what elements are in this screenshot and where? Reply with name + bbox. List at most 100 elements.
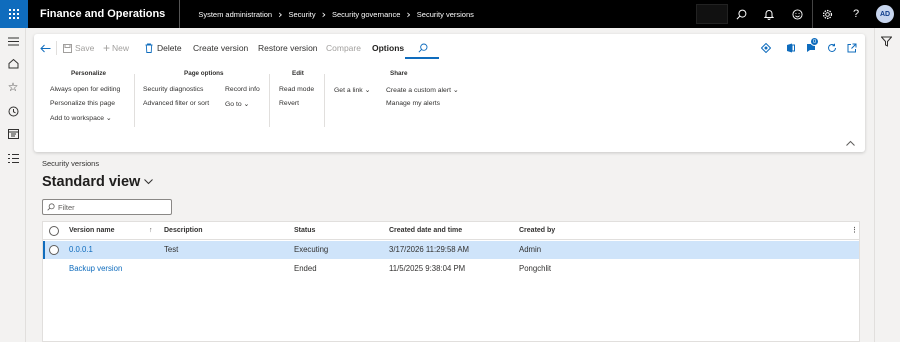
compare-button[interactable]: Compare [326,40,361,56]
tab-options-underline [405,57,439,59]
chevron-right-icon: › [321,7,326,21]
group-divider [134,74,135,127]
version-name-link[interactable]: 0.0.0.1 [69,241,93,259]
created-cell: 11/5/2025 9:38:04 PM [389,264,466,273]
group-header: Share [390,70,408,77]
security-diagnostics-button[interactable]: Security diagnostics [143,86,203,93]
sort-ascending-icon[interactable]: ↑ [149,222,153,240]
power-apps-icon[interactable] [761,40,771,56]
star-icon[interactable]: ☆ [6,80,20,94]
plus-icon: + [103,41,111,55]
created-cell: 3/17/2026 11:29:58 AM [389,245,470,254]
breadcrumb: System administration › Security › Secur… [180,8,474,21]
bell-icon[interactable] [760,5,778,23]
created-by-cell: Pongchlit [519,264,552,273]
column-header-description[interactable]: Description [164,222,203,240]
help-icon[interactable]: ? [847,5,865,23]
action-pane: Save + New Delete Create version Restore… [34,34,865,152]
new-button[interactable]: + New [103,40,129,56]
record-info-button[interactable]: Record info [225,86,260,93]
group-header: Edit [292,70,304,77]
workspaces-icon[interactable] [6,127,20,141]
column-header-version-name[interactable]: Version name [69,222,115,240]
tab-options[interactable]: Options [372,40,404,56]
created-by-cell: Admin [519,245,542,254]
save-button[interactable]: Save [63,40,94,56]
app-name[interactable]: Finance and Operations [28,0,181,28]
column-header-created[interactable]: Created date and time [389,222,462,240]
status-cell: Ended [294,264,317,273]
page-caption: Security versions [42,159,100,168]
breadcrumb-item[interactable]: System administration [198,10,272,19]
group-divider [269,74,270,127]
left-navigation: ☆ [0,28,26,342]
grid-header: Version name ↑ Description Status Create… [43,222,859,240]
app-launcher-icon[interactable] [0,0,28,28]
search-icon[interactable] [732,5,750,23]
table-row[interactable]: Backup version Ended 11/5/2025 9:38:04 P… [43,260,859,278]
filter-funnel-icon[interactable] [880,34,893,52]
avatar[interactable]: AD [876,5,894,23]
delete-button[interactable]: Delete [145,40,182,56]
office-icon[interactable] [786,40,795,56]
view-selector[interactable]: Standard view [42,174,154,190]
go-to-button[interactable]: Go to ⌄ [225,100,249,108]
always-open-editing-button[interactable]: Always open for editing [50,86,120,93]
notification-badge: 0 [810,37,819,46]
smiley-icon[interactable] [788,5,806,23]
filter-input[interactable]: Filter [42,199,172,215]
chevron-down-icon: ⌄ [452,87,459,94]
chevron-right-icon: › [406,7,411,21]
create-version-button[interactable]: Create version [193,40,248,56]
select-all-radio[interactable] [49,226,59,236]
breadcrumb-item[interactable]: Security versions [417,10,474,19]
chevron-down-icon [144,179,154,185]
hamburger-icon[interactable] [6,34,20,48]
table-row[interactable]: 0.0.0.1 Test Executing 3/17/2026 11:29:5… [43,241,859,259]
search-icon [47,203,55,211]
column-header-status[interactable]: Status [294,222,315,240]
refresh-icon[interactable] [827,40,837,56]
read-mode-button[interactable]: Read mode [279,86,314,93]
restore-version-button[interactable]: Restore version [258,40,318,56]
version-name-link[interactable]: Backup version [69,260,122,278]
group-header: Page options [184,70,224,77]
right-pane [874,28,900,342]
versions-grid: Version name ↑ Description Status Create… [42,221,860,342]
chevron-down-icon: ⌄ [364,87,371,94]
company-picker[interactable] [696,4,728,24]
create-custom-alert-label: Create a custom alert [386,87,451,94]
home-icon[interactable] [6,56,20,70]
filter-placeholder: Filter [58,202,75,212]
add-to-workspace-button[interactable]: Add to workspace ⌄ [50,114,112,122]
clock-icon[interactable] [6,104,20,118]
new-label: New [112,43,130,53]
breadcrumb-item[interactable]: Security [289,10,316,19]
get-a-link-button[interactable]: Get a link ⌄ [334,86,370,94]
group-header: Personalize [71,70,106,77]
create-custom-alert-button[interactable]: Create a custom alert ⌄ [386,86,459,94]
messages-icon[interactable]: 0 [806,37,819,56]
description-cell: Test [164,245,179,254]
modules-icon[interactable] [6,151,20,165]
breadcrumb-item[interactable]: Security governance [332,10,400,19]
chevron-right-icon: › [278,7,283,21]
row-select-radio[interactable] [49,245,59,255]
personalize-page-button[interactable]: Personalize this page [50,100,115,107]
topbar-divider [812,0,813,28]
column-header-created-by[interactable]: Created by [519,222,555,240]
open-new-window-icon[interactable] [847,40,857,56]
go-to-label: Go to [225,101,242,108]
search-icon[interactable] [418,40,428,56]
revert-button[interactable]: Revert [279,100,299,107]
back-arrow-icon[interactable] [40,40,51,56]
collapse-ribbon-icon[interactable] [846,138,855,148]
get-a-link-label: Get a link [334,87,363,94]
delete-label: Delete [157,43,182,53]
advanced-filter-button[interactable]: Advanced filter or sort [143,100,209,107]
manage-alerts-button[interactable]: Manage my alerts [386,100,440,107]
chevron-down-icon: ⌄ [243,101,250,108]
gear-icon[interactable] [818,5,836,23]
more-options-icon[interactable]: ⋮ [851,222,858,240]
group-divider [324,74,325,127]
